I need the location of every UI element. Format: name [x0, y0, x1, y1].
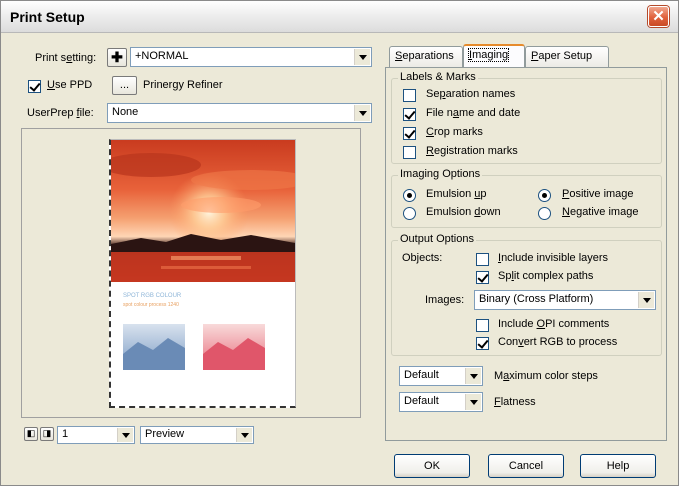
include-invisible-label: Include invisible layers — [498, 252, 609, 264]
userprep-value: None — [112, 106, 139, 118]
negative-image-radio[interactable] — [538, 207, 551, 220]
positive-image-radio[interactable] — [538, 189, 551, 202]
page-select[interactable]: 1 — [57, 426, 135, 444]
max-color-steps-select[interactable]: Default — [399, 366, 483, 386]
print-setting-label: Print setting: — [35, 52, 97, 64]
emulsion-down-label: Emulsion down — [426, 206, 501, 218]
close-button[interactable]: ✕ — [648, 6, 669, 27]
convert-rgb-label: Convert RGB to process — [498, 336, 618, 348]
separation-names-checkbox[interactable] — [403, 89, 416, 102]
positive-image-label: Positive image — [562, 188, 634, 200]
split-paths-label: Split complex paths — [498, 270, 594, 282]
preview-area: SPOT RGB COLOUR spot colour process 1240 — [21, 128, 361, 418]
objects-label: Objects: — [402, 252, 443, 264]
registration-marks-label: Registration marks — [426, 145, 518, 157]
flatness-value: Default — [404, 395, 439, 407]
tab-separations[interactable]: Separations — [389, 46, 463, 67]
blue-swatch-image — [123, 324, 185, 370]
tab-imaging-label: Imaging — [467, 48, 510, 62]
tab-imaging[interactable]: Imaging — [463, 44, 525, 67]
output-options-title: Output Options — [398, 233, 476, 245]
tab-paper-setup[interactable]: Paper Setup — [525, 46, 609, 67]
emulsion-up-radio[interactable] — [403, 189, 416, 202]
page-preview: SPOT RGB COLOUR spot colour process 1240 — [109, 139, 296, 408]
add-setting-button[interactable]: ✚ — [107, 48, 127, 67]
include-opi-checkbox[interactable] — [476, 319, 489, 332]
crop-marks-label: Crop marks — [426, 126, 483, 138]
help-button[interactable]: Help — [580, 454, 656, 478]
chevron-down-icon[interactable] — [465, 368, 481, 384]
tab-paper-setup-label: Paper Setup — [531, 50, 593, 62]
emulsion-down-radio[interactable] — [403, 207, 416, 220]
flatness-select[interactable]: Default — [399, 392, 483, 412]
labels-marks-title: Labels & Marks — [398, 71, 478, 83]
ok-button[interactable]: OK — [394, 454, 470, 478]
registration-marks-checkbox[interactable] — [403, 146, 416, 159]
window-title: Print Setup — [10, 9, 85, 25]
include-invisible-checkbox[interactable] — [476, 253, 489, 266]
imaging-panel: Labels & Marks Separation names File nam… — [385, 67, 667, 441]
chevron-down-icon[interactable] — [354, 105, 370, 121]
print-setting-value: +NORMAL — [135, 50, 189, 62]
chevron-down-icon[interactable] — [638, 292, 654, 308]
userprep-label: UserPrep file: — [27, 107, 94, 119]
print-setup-window: Print Setup ✕ Print setting: ✚ +NORMAL U… — [0, 0, 679, 486]
cancel-button[interactable]: Cancel — [488, 454, 564, 478]
view-mode-value: Preview — [145, 428, 185, 440]
convert-rgb-checkbox[interactable] — [476, 337, 489, 350]
title-bar: Print Setup ✕ — [1, 1, 678, 33]
view-mode-select[interactable]: Preview — [140, 426, 254, 444]
images-select[interactable]: Binary (Cross Platform) — [474, 290, 656, 310]
negative-image-label: Negative image — [562, 206, 639, 218]
ppd-value: Prinergy Refiner — [143, 79, 223, 91]
max-color-steps-label: Maximum color steps — [494, 370, 598, 382]
prev-page-icon[interactable]: ◧ — [24, 427, 38, 441]
use-ppd-label: Use PPD — [47, 79, 93, 91]
images-label: Images: — [425, 294, 465, 306]
emulsion-up-label: Emulsion up — [426, 188, 487, 200]
imaging-options-group: Imaging Options Emulsion up Emulsion dow… — [391, 168, 662, 228]
ppd-browse-button[interactable]: ... — [112, 76, 137, 95]
chevron-down-icon[interactable] — [117, 428, 133, 442]
close-icon: ✕ — [652, 8, 665, 25]
page-value: 1 — [62, 428, 69, 440]
imaging-options-title: Imaging Options — [398, 168, 483, 180]
output-options-group: Output Options Objects: Include invisibl… — [391, 233, 662, 356]
separation-names-label: Separation names — [426, 88, 516, 100]
file-name-date-checkbox[interactable] — [403, 108, 416, 121]
chevron-down-icon[interactable] — [236, 428, 252, 442]
ppd-browse-label: ... — [119, 79, 130, 91]
file-name-date-label: File name and date — [426, 107, 521, 119]
plus-icon: ✚ — [111, 49, 123, 65]
labels-marks-group: Labels & Marks Separation names File nam… — [391, 71, 662, 164]
preview-heading: SPOT RGB COLOUR — [123, 293, 182, 299]
pink-swatch-image — [203, 324, 265, 370]
use-ppd-checkbox[interactable] — [28, 80, 41, 93]
images-value: Binary (Cross Platform) — [479, 293, 594, 305]
max-color-steps-value: Default — [404, 369, 439, 381]
userprep-select[interactable]: None — [107, 103, 372, 123]
sunset-image — [111, 140, 295, 282]
include-opi-label: Include OPI comments — [498, 318, 610, 330]
tab-separations-label: Separations — [395, 50, 454, 62]
chevron-down-icon[interactable] — [354, 49, 370, 65]
crop-marks-checkbox[interactable] — [403, 127, 416, 140]
chevron-down-icon[interactable] — [465, 394, 481, 410]
next-page-icon[interactable]: ◨ — [40, 427, 54, 441]
flatness-label: Flatness — [494, 396, 536, 408]
split-paths-checkbox[interactable] — [476, 271, 489, 284]
print-setting-select[interactable]: +NORMAL — [130, 47, 372, 67]
preview-subheading: spot colour process 1240 — [123, 302, 179, 308]
